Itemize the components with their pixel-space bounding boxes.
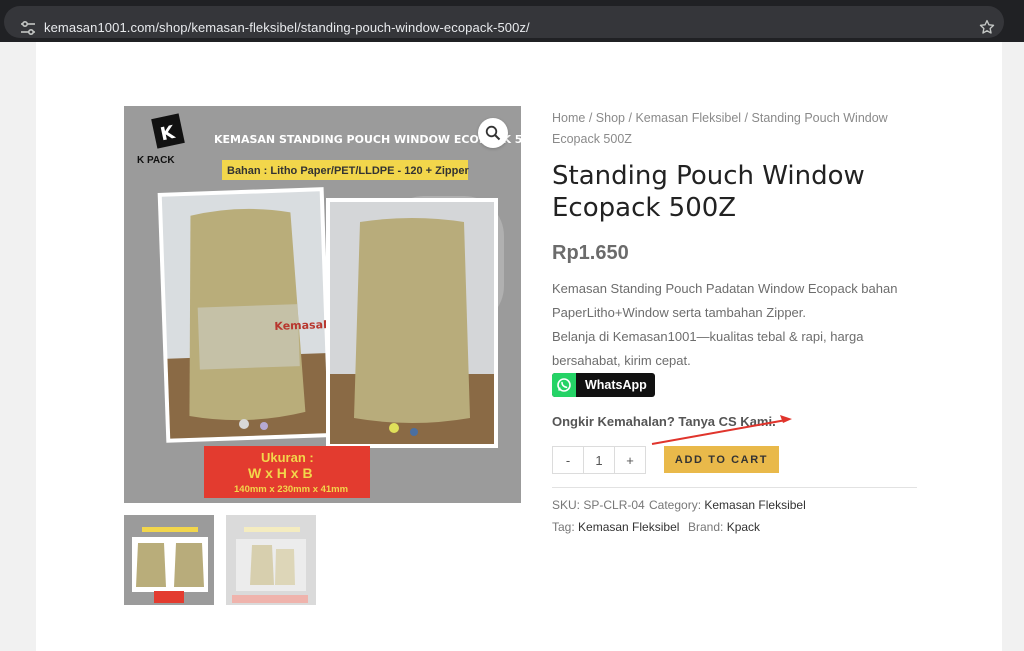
zoom-button[interactable] [478,118,508,148]
add-to-cart-button[interactable]: ADD TO CART [664,446,779,473]
sku-meta: SKU: SP-CLR-04 [552,498,645,512]
address-bar[interactable]: kemasan1001.com/shop/kemasan-fleksibel/s… [4,6,1004,38]
category-label: Category: [649,498,702,512]
whatsapp-button[interactable]: WhatsApp [552,373,655,397]
description-line-2: Belanja di Kemasan1001—kualitas tebal & … [552,329,864,368]
breadcrumb-home[interactable]: Home [552,111,585,125]
description-line-1: Kemasan Standing Pouch Padatan Window Ec… [552,281,898,320]
search-icon [485,125,501,141]
tag-link[interactable]: Kemasan Fleksibel [578,520,679,534]
product-banner-graphic: K K PACK KEMASAN STANDING POUCH WINDOW E… [124,106,521,503]
whatsapp-label: WhatsApp [585,378,647,392]
breadcrumb-category[interactable]: Kemasan Fleksibel [635,111,741,125]
tag-label: Tag: [552,520,575,534]
quantity-input[interactable]: 1 [584,446,614,474]
product-title: Standing Pouch Window Ecopack 500Z [552,161,865,223]
banner-size-value: 140mm x 230mm x 41mm [234,484,348,495]
brand-meta: Brand: Kpack [688,520,760,534]
category-link[interactable]: Kemasan Fleksibel [704,498,805,512]
product-main-image[interactable]: K K PACK KEMASAN STANDING POUCH WINDOW E… [124,106,521,503]
quantity-increase-button[interactable]: + [614,446,646,474]
category-meta: Category: Kemasan Fleksibel [649,498,806,512]
tune-icon[interactable] [20,21,36,35]
brand-link[interactable]: Kpack [727,520,760,534]
quantity-decrease-button[interactable]: - [552,446,584,474]
banner-size-formula: W x H x B [248,465,313,481]
thumbnail-2-graphic [226,515,316,605]
meta-divider [552,487,917,488]
breadcrumb-separator: / [744,111,749,125]
product-description: Kemasan Standing Pouch Padatan Window Ec… [552,277,922,373]
breadcrumb-separator: / [588,111,593,125]
star-icon[interactable] [978,18,996,36]
breadcrumb-shop[interactable]: Shop [596,111,625,125]
brand-label: Brand: [688,520,724,534]
thumbnail-1-graphic [124,515,214,605]
annotation-arrow [651,415,792,445]
breadcrumb: Home / Shop / Kemasan Fleksibel / Standi… [552,108,892,150]
product-price: Rp1.650 [552,242,629,264]
browser-toolbar: kemasan1001.com/shop/kemasan-fleksibel/s… [0,0,1024,42]
whatsapp-icon [552,373,576,397]
quantity-stepper: - 1 + [552,446,646,474]
banner-size-title: Ukuran : [261,450,314,465]
sku-value: SP-CLR-04 [583,498,645,512]
url-text[interactable]: kemasan1001.com/shop/kemasan-fleksibel/s… [44,20,530,35]
thumbnail-1[interactable] [124,515,214,605]
brand-text: K PACK [137,155,175,166]
banner-material: Bahan : Litho Paper/PET/LLDPE - 120 + Zi… [227,165,469,177]
breadcrumb-separator: / [628,111,632,125]
sku-label: SKU: [552,498,581,512]
banner-headline: KEMASAN STANDING POUCH WINDOW ECOPACK 50… [214,133,521,146]
thumbnail-2[interactable] [226,515,316,605]
tag-meta: Tag: Kemasan Fleksibel [552,520,679,534]
